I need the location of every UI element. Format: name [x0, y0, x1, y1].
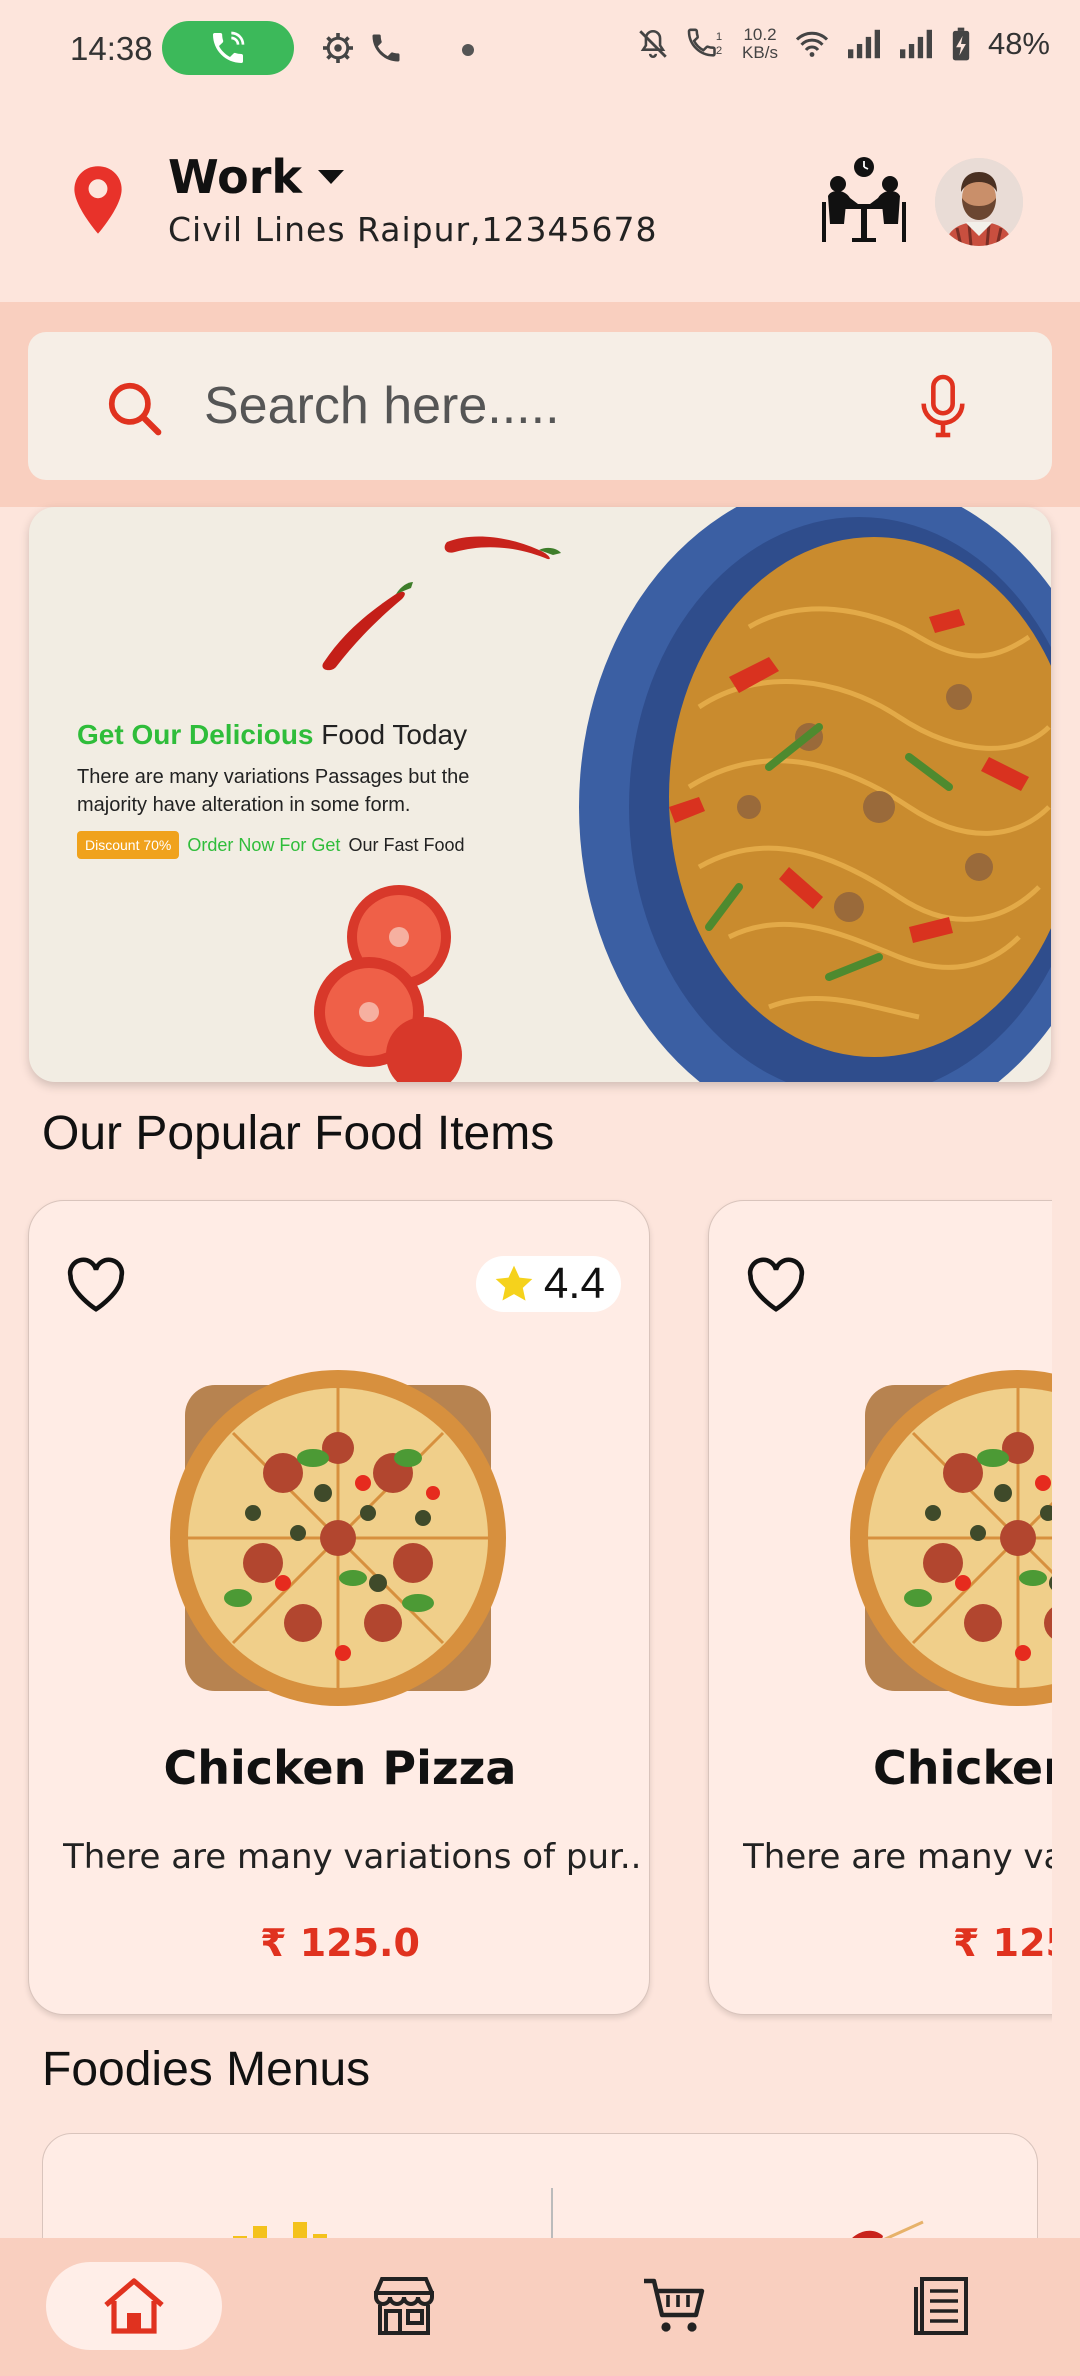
- pizza-image: [850, 1370, 1052, 1706]
- speed-unit: KB/s: [742, 43, 778, 62]
- wifi-call-icon: [213, 31, 245, 63]
- nav-home[interactable]: [46, 2262, 222, 2350]
- banner-title: Get Our Delicious Food Today: [77, 719, 497, 751]
- search-section: [0, 302, 1080, 507]
- star-icon: [495, 1265, 533, 1301]
- fast-food-text: Our Fast Food: [348, 834, 465, 855]
- food-description: There are many var: [743, 1837, 1052, 1877]
- cart-icon: [644, 2278, 705, 2332]
- location-selector[interactable]: Work: [168, 150, 346, 204]
- search-input[interactable]: [204, 362, 904, 450]
- banner-description: There are many variations Passages but t…: [77, 766, 470, 816]
- battery-percent: 48%: [987, 26, 1050, 61]
- food-card[interactable]: 4.4 Chicken Pizza There are many variati…: [28, 1200, 650, 2015]
- bottom-navigation: [0, 2238, 1080, 2376]
- rating-value: 4.4: [543, 1259, 605, 1308]
- network-speed: 10.2 KB/s: [742, 26, 778, 62]
- speed-value: 10.2: [743, 25, 777, 44]
- signal-icon-1: [847, 29, 880, 59]
- search-bar[interactable]: [28, 332, 1052, 480]
- ongoing-call-chip[interactable]: [162, 21, 294, 75]
- app-header: Work Civil Lines Raipur,12345678: [0, 100, 1080, 302]
- banner-title-rest: Food Today: [321, 719, 468, 750]
- nav-cart[interactable]: [586, 2262, 762, 2350]
- orders-icon: [914, 2277, 968, 2335]
- food-name: Chicken: [873, 1741, 1052, 1795]
- store-icon: [374, 2277, 434, 2335]
- battery-charging-icon: [952, 27, 970, 61]
- user-avatar[interactable]: [935, 158, 1023, 246]
- popular-section-title: Our Popular Food Items: [42, 1107, 555, 1160]
- search-icon[interactable]: [104, 378, 166, 440]
- phone-icon: [372, 34, 400, 62]
- food-name: Chicken Pizza: [163, 1741, 517, 1795]
- call-sim-icon: 12: [687, 28, 722, 57]
- location-pin-icon: [74, 166, 122, 234]
- banner-text-block: Get Our Delicious Food Today There are m…: [77, 719, 497, 859]
- order-now-text: Order Now For Get: [187, 834, 341, 855]
- discount-badge: Discount 70%: [77, 831, 180, 859]
- banner-title-highlight: Get Our Delicious: [77, 719, 314, 750]
- nav-store[interactable]: [316, 2262, 492, 2350]
- mute-icon: [639, 29, 667, 58]
- food-price: ₹ 125: [953, 1921, 1052, 1965]
- status-time: 14:38: [70, 30, 153, 67]
- status-bar: 14:38 12 10.2 KB/s 48%: [0, 0, 1080, 100]
- location-label: Work: [168, 150, 302, 204]
- banner-offer-row: Discount 70% Order Now For Get Our Fast …: [77, 831, 497, 859]
- svg-text:2: 2: [716, 45, 722, 57]
- wifi-icon: [795, 31, 829, 57]
- location-address: Civil Lines Raipur,12345678: [168, 210, 658, 249]
- notification-dot: [462, 44, 474, 56]
- menus-section-title: Foodies Menus: [42, 2043, 371, 2096]
- favorite-heart-icon[interactable]: [745, 1257, 807, 1313]
- pizza-image: [170, 1370, 506, 1706]
- food-description: There are many variations of pur...: [63, 1837, 643, 1877]
- avatar-image: [935, 158, 1023, 246]
- caret-down-icon: [317, 170, 344, 184]
- promo-banner[interactable]: Get Our Delicious Food Today There are m…: [29, 507, 1051, 1082]
- nav-orders[interactable]: [856, 2262, 1032, 2350]
- food-card-clip: Chicken There are many var ₹ 125: [700, 1195, 1052, 2025]
- home-icon: [104, 2278, 164, 2334]
- food-card[interactable]: Chicken There are many var ₹ 125: [708, 1200, 1052, 2015]
- svg-text:1: 1: [716, 31, 722, 43]
- favorite-heart-icon[interactable]: [65, 1257, 127, 1313]
- food-price: ₹ 125.0: [260, 1921, 420, 1965]
- signal-icon-2: [899, 29, 932, 59]
- rating-badge: 4.4: [475, 1256, 621, 1312]
- settings-icon: [323, 33, 353, 63]
- microphone-icon[interactable]: [914, 372, 972, 440]
- status-icons: 12 10.2 KB/s 48%: [636, 26, 1050, 62]
- dine-in-icon[interactable]: [818, 156, 910, 246]
